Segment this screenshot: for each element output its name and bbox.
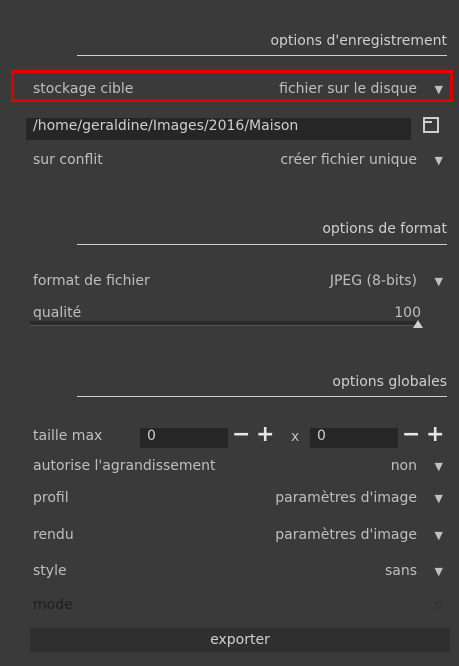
quality-value: 100 xyxy=(394,305,421,321)
section-divider-global xyxy=(77,396,447,397)
dropdown-arrow-icon: ▼ xyxy=(434,565,443,578)
intent-combobox[interactable]: rendu paramètres d'image ▼ xyxy=(26,524,447,548)
mode-combobox: mode ▽ xyxy=(26,594,447,618)
style-value: sans xyxy=(384,563,417,579)
allow-upscale-value: non xyxy=(390,458,417,474)
profile-combobox[interactable]: profil paramètres d'image ▼ xyxy=(26,487,447,511)
max-height-value: 0 xyxy=(317,428,326,444)
dropdown-arrow-icon: ▼ xyxy=(434,460,443,473)
dropdown-arrow-icon: ▼ xyxy=(434,154,443,167)
plus-icon[interactable]: + xyxy=(256,422,274,447)
file-format-combobox[interactable]: format de fichier JPEG (8-bits) ▼ xyxy=(26,270,447,294)
export-button[interactable]: exporter xyxy=(30,628,450,652)
target-storage-value: fichier sur le disque xyxy=(279,81,417,97)
dropdown-arrow-icon: ▼ xyxy=(434,529,443,542)
mode-label: mode xyxy=(33,597,73,613)
section-divider-format xyxy=(77,244,447,245)
section-title-storage: options d'enregistrement xyxy=(270,33,447,49)
dropdown-arrow-icon: ▼ xyxy=(434,275,443,288)
on-conflict-label: sur conflit xyxy=(33,152,103,168)
max-width-value: 0 xyxy=(147,428,156,444)
intent-value: paramètres d'image xyxy=(275,527,417,543)
profile-label: profil xyxy=(33,490,69,506)
allow-upscale-combobox[interactable]: autorise l'agrandissement non ▼ xyxy=(26,455,447,479)
target-storage-combobox[interactable]: stockage cible fichier sur le disque ▼ xyxy=(26,78,447,102)
on-conflict-value: créer fichier unique xyxy=(280,152,417,168)
file-format-value: JPEG (8-bits) xyxy=(329,273,417,289)
section-divider-storage xyxy=(77,55,447,56)
style-label: style xyxy=(33,563,67,579)
quality-slider-track[interactable] xyxy=(30,321,420,326)
allow-upscale-label: autorise l'agrandissement xyxy=(33,458,216,474)
quality-slider-handle[interactable] xyxy=(413,320,423,328)
size-separator: x xyxy=(291,429,300,445)
dropdown-arrow-icon: ▼ xyxy=(434,492,443,505)
folder-icon[interactable] xyxy=(423,117,439,133)
max-size-label: taille max xyxy=(33,428,103,444)
on-conflict-combobox[interactable]: sur conflit créer fichier unique ▼ xyxy=(26,149,447,173)
minus-icon[interactable]: − xyxy=(402,422,420,447)
dropdown-arrow-icon: ▼ xyxy=(434,83,443,96)
section-title-format: options de format xyxy=(322,221,447,237)
target-storage-label: stockage cible xyxy=(33,81,134,97)
section-title-global: options globales xyxy=(332,374,447,390)
export-path-text: /home/geraldine/Images/2016/Maison xyxy=(33,118,299,134)
quality-label: qualité xyxy=(33,305,82,321)
minus-icon[interactable]: − xyxy=(232,422,250,447)
intent-label: rendu xyxy=(33,527,74,543)
file-format-label: format de fichier xyxy=(33,273,150,289)
profile-value: paramètres d'image xyxy=(275,490,417,506)
dropdown-arrow-icon: ▽ xyxy=(434,599,443,612)
style-combobox[interactable]: style sans ▼ xyxy=(26,560,447,584)
plus-icon[interactable]: + xyxy=(426,422,444,447)
